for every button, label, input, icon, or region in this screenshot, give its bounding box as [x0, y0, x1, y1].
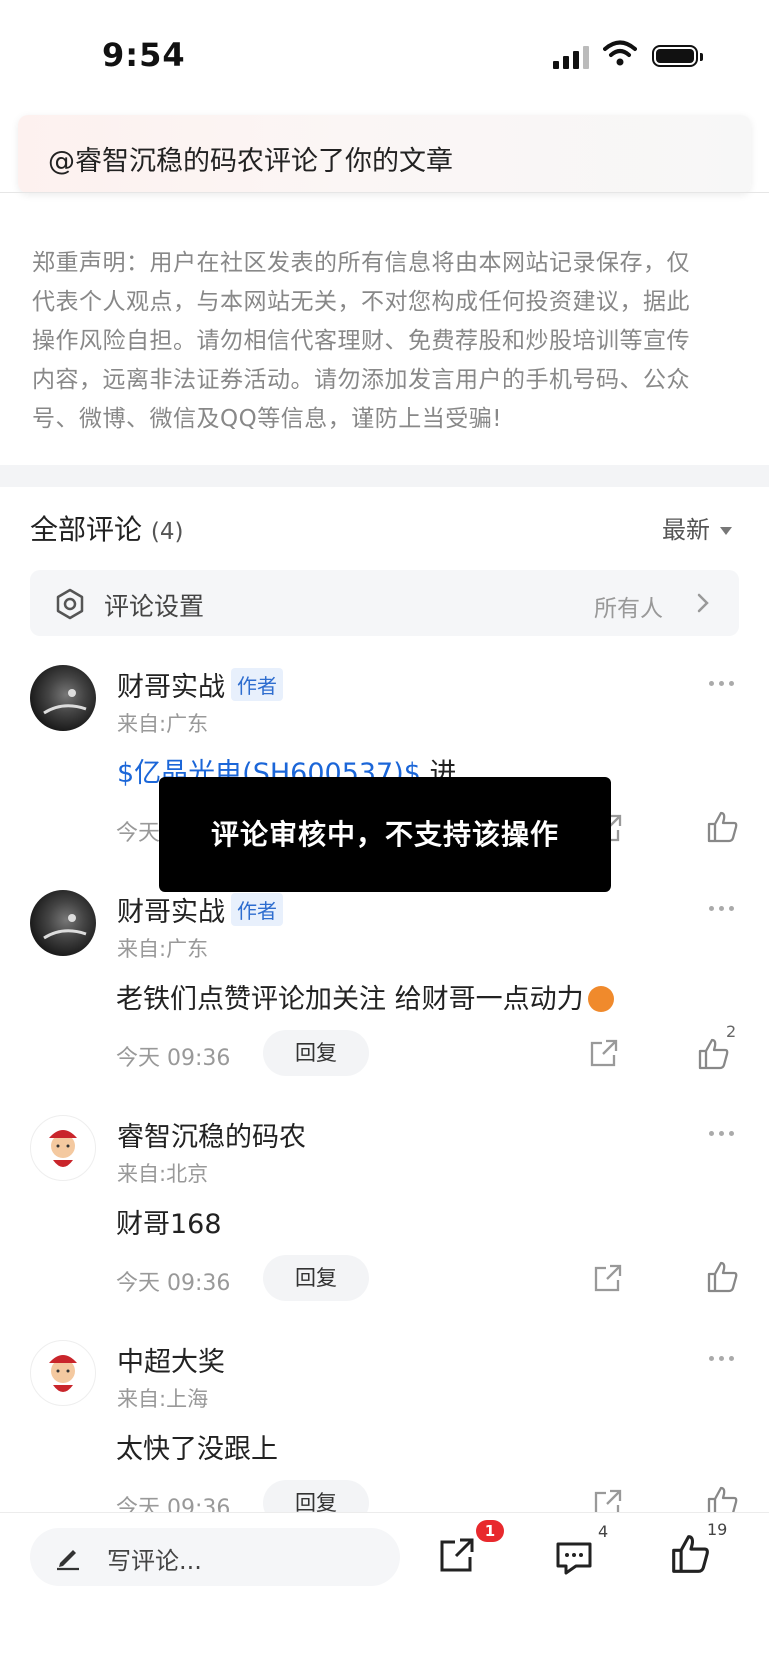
avatar[interactable] [30, 1340, 96, 1406]
like-icon[interactable] [670, 1533, 712, 1579]
more-options-icon[interactable] [709, 681, 734, 686]
comment-count: 4 [598, 1522, 609, 1541]
disclaimer-line: 郑重声明：用户在社区发表的所有信息将由本网站记录保存，仅 [32, 250, 690, 276]
author-badge: 作者 [231, 893, 283, 926]
avatar[interactable] [30, 1115, 96, 1181]
more-options-icon[interactable] [709, 906, 734, 911]
chevron-right-icon [696, 592, 710, 618]
comment-location: 来自:广东 [117, 937, 209, 961]
comment-settings-value: 所有人 [594, 596, 663, 622]
comment-author[interactable]: 财哥实战 作者 [117, 890, 283, 929]
comment-time: 今天 [116, 821, 161, 846]
reply-button[interactable]: 回复 [263, 1030, 369, 1076]
comment-time: 今天 09:36 [116, 1271, 231, 1296]
share-icon[interactable] [588, 1037, 620, 1073]
write-comment-input[interactable] [30, 1528, 400, 1586]
more-options-icon[interactable] [709, 1131, 734, 1136]
all-comments-title: 全部评论 (4) [30, 508, 184, 548]
comment-time: 今天 09:36 [116, 1046, 231, 1071]
comment-author[interactable]: 财哥实战 作者 [117, 665, 283, 704]
like-count: 2 [726, 1022, 737, 1041]
write-comment-placeholder: 写评论... [107, 1547, 202, 1575]
author-badge: 作者 [231, 668, 283, 701]
comment-location: 来自:广东 [117, 712, 209, 736]
notification-text: @睿智沉稳的码农评论了你的文章 [48, 146, 453, 177]
comment-location: 来自:上海 [117, 1387, 209, 1411]
disclaimer-line: 代表个人观点，与本网站无关，不对您构成任何投资建议，据此 [32, 289, 690, 315]
comment-author[interactable]: 中超大奖 [117, 1340, 225, 1379]
avatar[interactable] [30, 665, 96, 731]
comment-text: 老铁们点赞评论加关注 给财哥一点动力 [116, 977, 614, 1016]
caret-down-icon [720, 527, 732, 535]
pencil-icon [54, 1543, 82, 1575]
share-badge: 1 [476, 1520, 504, 1542]
more-options-icon[interactable] [709, 1356, 734, 1361]
cellular-signal-icon [553, 46, 589, 69]
comment-body: 老铁们点赞评论加关注 给财哥一点动力 [116, 984, 584, 1015]
sort-dropdown[interactable]: 最新 [662, 510, 732, 545]
wifi-icon [603, 40, 637, 70]
disclaimer-line: 操作风险自担。请勿相信代客理财、免费荐股和炒股培训等宣传 [32, 328, 690, 354]
section-separator [0, 465, 769, 487]
disclaimer: 郑重声明：用户在社区发表的所有信息将由本网站记录保存，仅 代表个人观点，与本网站… [32, 244, 732, 439]
like-icon[interactable] [697, 1037, 731, 1075]
disclaimer-line: 号、微博、微信及QQ等信息，谨防上当受骗! [32, 406, 502, 432]
like-icon[interactable] [706, 1260, 740, 1298]
gear-icon [54, 588, 86, 624]
all-comments-label: 全部评论 [30, 513, 143, 546]
sort-label: 最新 [662, 516, 710, 544]
comment-icon[interactable] [554, 1538, 594, 1582]
status-time: 9:54 [102, 36, 186, 74]
like-count: 19 [707, 1520, 728, 1539]
battery-icon [652, 45, 703, 67]
reply-button[interactable]: 回复 [263, 1255, 369, 1301]
author-name: 中超大奖 [117, 1347, 225, 1378]
comment-text: 财哥168 [116, 1209, 222, 1240]
comments-count: (4) [150, 519, 184, 545]
avatar[interactable] [30, 890, 96, 956]
like-icon[interactable] [706, 810, 740, 848]
author-name: 财哥实战 [117, 897, 225, 928]
author-name: 睿智沉稳的码农 [117, 1122, 306, 1153]
comment-author[interactable]: 睿智沉稳的码农 [117, 1115, 306, 1154]
angry-emoji-icon [587, 986, 614, 1012]
toast-message: 评论审核中，不支持该操作 [159, 777, 611, 892]
author-name: 财哥实战 [117, 672, 225, 703]
comment-text: 太快了没跟上 [116, 1434, 278, 1465]
share-icon[interactable] [437, 1535, 477, 1579]
comment-location: 来自:北京 [117, 1162, 209, 1186]
share-icon[interactable] [592, 1262, 624, 1298]
comment-settings-label: 评论设置 [104, 592, 205, 621]
disclaimer-line: 内容，远离非法证券活动。请勿添加发言用户的手机号码、公众 [32, 367, 690, 393]
divider [0, 192, 769, 193]
